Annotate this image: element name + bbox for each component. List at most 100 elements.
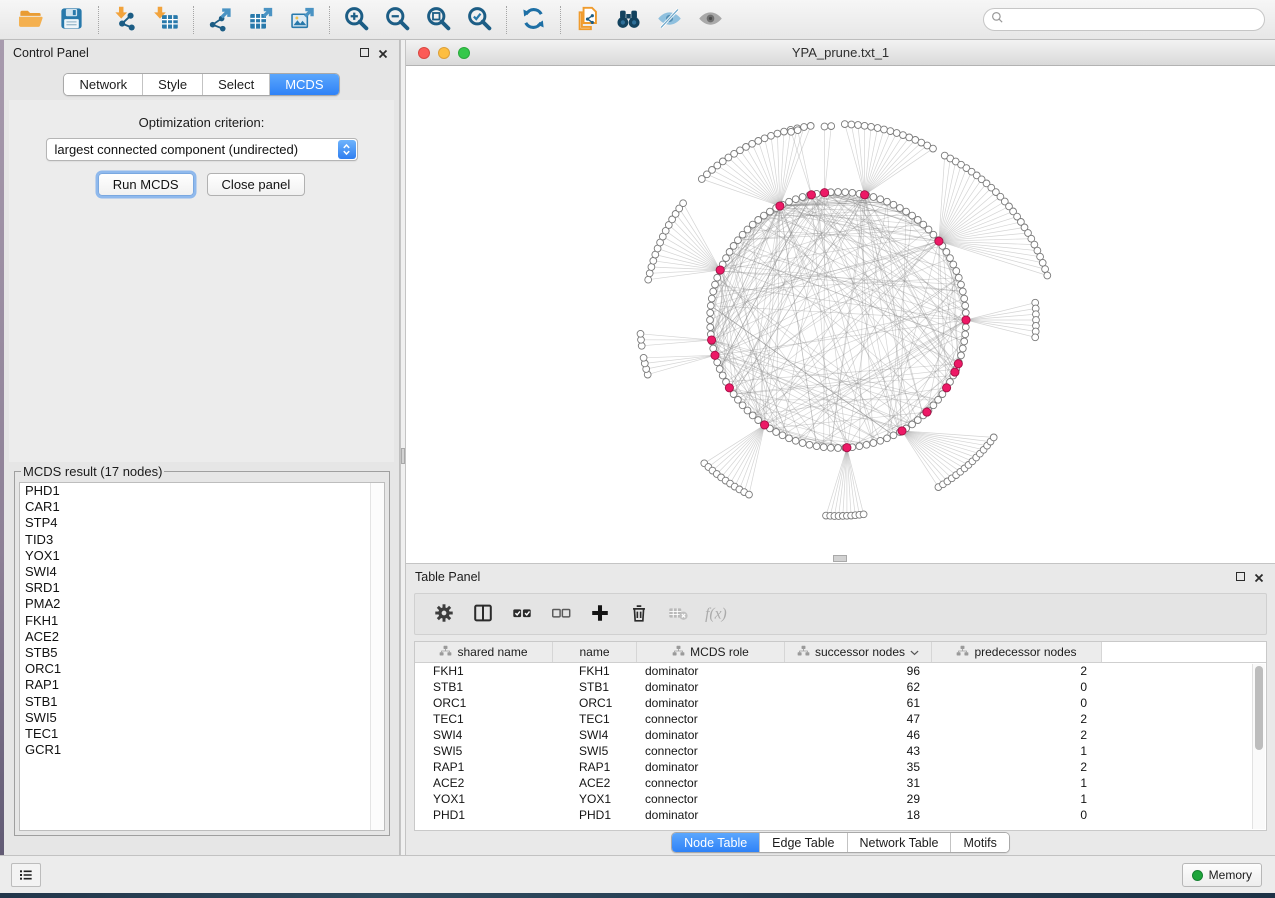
tab-network[interactable]: Network xyxy=(64,74,143,95)
find-network-button[interactable] xyxy=(608,3,649,37)
optimization-criterion-select[interactable]: largest connected component (undirected) xyxy=(46,138,358,161)
table-scrollbar[interactable] xyxy=(1252,664,1265,829)
vertical-splitter-handle[interactable] xyxy=(401,448,405,464)
table-cell: ACE2 xyxy=(415,776,553,790)
zoom-selected-button[interactable] xyxy=(459,3,500,37)
hide-graphics-details-button[interactable] xyxy=(649,3,690,37)
mcds-result-item[interactable]: STB5 xyxy=(20,645,384,661)
network-canvas[interactable] xyxy=(406,66,1275,563)
tab-node-table[interactable]: Node Table xyxy=(672,833,760,852)
table-row[interactable]: TEC1TEC1connector472 xyxy=(415,711,1266,727)
export-network-icon xyxy=(207,5,234,35)
mcds-result-item[interactable]: SRD1 xyxy=(20,580,384,596)
mcds-result-item[interactable]: FKH1 xyxy=(20,613,384,629)
zoom-out-button[interactable] xyxy=(377,3,418,37)
column-header-shared-name[interactable]: shared name xyxy=(415,642,553,662)
float-panel-icon[interactable] xyxy=(360,48,369,57)
close-panel-button[interactable]: Close panel xyxy=(207,173,306,196)
tab-mcds[interactable]: MCDS xyxy=(270,74,338,95)
float-table-panel-icon[interactable] xyxy=(1236,572,1245,581)
table-scrollbar-thumb[interactable] xyxy=(1255,666,1263,750)
column-label: predecessor nodes xyxy=(974,645,1076,659)
task-history-button[interactable] xyxy=(11,863,41,887)
window-close-icon[interactable] xyxy=(418,47,430,59)
mcds-result-item[interactable]: ORC1 xyxy=(20,661,384,677)
zoom-in-button[interactable] xyxy=(336,3,377,37)
table-cell: 0 xyxy=(932,808,1102,822)
mcds-result-item[interactable]: PMA2 xyxy=(20,596,384,612)
network-title: YPA_prune.txt_1 xyxy=(792,45,889,60)
tab-edge-table[interactable]: Edge Table xyxy=(760,833,847,852)
mcds-result-item[interactable]: GCR1 xyxy=(20,742,384,758)
table-cell: 18 xyxy=(785,808,932,822)
mcds-result-list[interactable]: PHD1CAR1STP4TID3YOX1SWI4SRD1PMA2FKH1ACE2… xyxy=(19,482,385,831)
open-file-button[interactable] xyxy=(10,3,51,37)
mcds-result-item[interactable]: TID3 xyxy=(20,532,384,548)
tab-network-table[interactable]: Network Table xyxy=(848,833,952,852)
clone-network-button[interactable] xyxy=(567,3,608,37)
mcds-result-item[interactable]: PHD1 xyxy=(20,483,384,499)
table-row[interactable]: PHD1PHD1dominator180 xyxy=(415,807,1266,823)
tab-style[interactable]: Style xyxy=(143,74,203,95)
run-mcds-button[interactable]: Run MCDS xyxy=(98,173,194,196)
mcds-result-item[interactable]: CAR1 xyxy=(20,499,384,515)
memory-button[interactable]: Memory xyxy=(1182,863,1262,887)
table-row[interactable]: SWI5SWI5connector431 xyxy=(415,743,1266,759)
mcds-result-item[interactable]: RAP1 xyxy=(20,677,384,693)
column-header-MCDS-role[interactable]: MCDS role xyxy=(637,642,785,662)
table-cell: TEC1 xyxy=(553,712,637,726)
window-maximize-icon[interactable] xyxy=(458,47,470,59)
table-row[interactable]: RAP1RAP1dominator352 xyxy=(415,759,1266,775)
table-cell: 1 xyxy=(932,744,1102,758)
save-session-button[interactable] xyxy=(51,3,92,37)
table-cell: 47 xyxy=(785,712,932,726)
export-image-button[interactable] xyxy=(282,3,323,37)
mcds-result-item[interactable]: STB1 xyxy=(20,694,384,710)
show-graphics-details-button[interactable] xyxy=(690,3,731,37)
mcds-result-item[interactable]: SWI4 xyxy=(20,564,384,580)
table-cell: 29 xyxy=(785,792,932,806)
column-header-name[interactable]: name xyxy=(553,642,637,662)
network-graph[interactable] xyxy=(406,66,1275,563)
export-table-button[interactable] xyxy=(241,3,282,37)
window-minimize-icon[interactable] xyxy=(438,47,450,59)
result-list-scrollbar[interactable] xyxy=(370,483,384,830)
table-row[interactable]: SWI4SWI4dominator462 xyxy=(415,727,1266,743)
tab-motifs[interactable]: Motifs xyxy=(951,833,1008,852)
mcds-result-item[interactable]: STP4 xyxy=(20,515,384,531)
network-window-titlebar[interactable]: YPA_prune.txt_1 xyxy=(406,40,1275,66)
search-box[interactable] xyxy=(983,8,1265,31)
table-row[interactable]: STB1STB1dominator620 xyxy=(415,679,1266,695)
mcds-result-item[interactable]: YOX1 xyxy=(20,548,384,564)
table-cell: TEC1 xyxy=(415,712,553,726)
close-panel-icon[interactable] xyxy=(377,47,389,59)
table-cell: ORC1 xyxy=(415,696,553,710)
export-network-button[interactable] xyxy=(200,3,241,37)
select-all-button[interactable] xyxy=(507,599,537,629)
delete-entry-button[interactable] xyxy=(624,599,654,629)
table-cell: STB1 xyxy=(415,680,553,694)
split-view-button[interactable] xyxy=(468,599,498,629)
zoom-fit-button[interactable] xyxy=(418,3,459,37)
column-header-predecessor-nodes[interactable]: predecessor nodes xyxy=(932,642,1102,662)
close-table-panel-icon[interactable] xyxy=(1253,571,1265,583)
column-header-successor-nodes[interactable]: successor nodes xyxy=(785,642,932,662)
table-row[interactable]: FKH1FKH1dominator962 xyxy=(415,663,1266,679)
table-cell: PHD1 xyxy=(553,808,637,822)
mcds-result-item[interactable]: SWI5 xyxy=(20,710,384,726)
table-row[interactable]: ORC1ORC1dominator610 xyxy=(415,695,1266,711)
search-input[interactable] xyxy=(1005,12,1258,28)
refresh-button[interactable] xyxy=(513,3,554,37)
table-row[interactable]: ACE2ACE2connector311 xyxy=(415,775,1266,791)
import-network-button[interactable] xyxy=(105,3,146,37)
settings-gear-button[interactable] xyxy=(429,599,459,629)
horizontal-splitter-handle[interactable] xyxy=(833,555,847,562)
mcds-result-item[interactable]: TEC1 xyxy=(20,726,384,742)
deselect-all-button[interactable] xyxy=(546,599,576,629)
table-cell: FKH1 xyxy=(553,664,637,678)
import-table-button[interactable] xyxy=(146,3,187,37)
table-row[interactable]: YOX1YOX1connector291 xyxy=(415,791,1266,807)
mcds-result-item[interactable]: ACE2 xyxy=(20,629,384,645)
add-entry-button[interactable] xyxy=(585,599,615,629)
tab-select[interactable]: Select xyxy=(203,74,270,95)
